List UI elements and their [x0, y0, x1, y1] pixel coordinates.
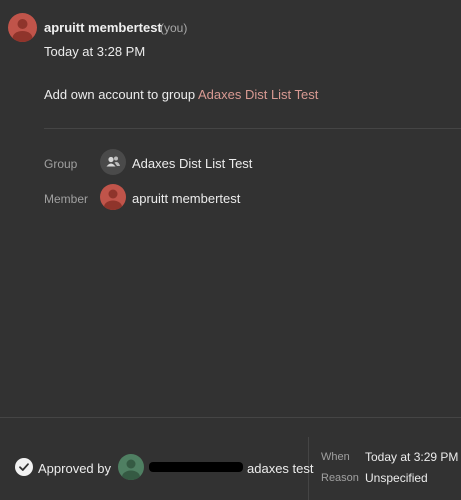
- user-avatar-icon: [104, 189, 122, 210]
- message-text: Add own account to group: [44, 87, 196, 102]
- request-message: Add own account to group Adaxes Dist Lis…: [44, 87, 318, 102]
- user-avatar-icon: [122, 459, 140, 480]
- you-tag: (you): [160, 21, 188, 35]
- when-value: Today at 3:29 PM: [365, 450, 459, 464]
- member-label: Member: [44, 192, 89, 206]
- reason-value: Unspecified: [365, 471, 428, 485]
- requester-name[interactable]: apruitt membertest: [44, 20, 162, 35]
- reason-label: Reason: [321, 472, 359, 484]
- checkmark-circle-icon: [15, 458, 33, 476]
- group-label: Group: [44, 157, 78, 171]
- user-avatar-icon: [12, 19, 33, 42]
- group-icon-avatar: [100, 149, 126, 175]
- requester-avatar[interactable]: [8, 13, 37, 42]
- approver-avatar: [118, 454, 144, 480]
- redacted-name: [149, 462, 243, 472]
- request-timestamp: Today at 3:28 PM: [44, 44, 146, 59]
- footer-divider: [0, 417, 461, 418]
- member-value[interactable]: apruitt membertest: [132, 191, 240, 206]
- group-link[interactable]: Adaxes Dist List Test: [198, 87, 318, 102]
- when-label: When: [321, 451, 350, 463]
- group-people-icon: [106, 156, 120, 167]
- member-avatar: [100, 184, 126, 210]
- group-value[interactable]: Adaxes Dist List Test: [132, 156, 252, 171]
- approver-name[interactable]: adaxes test: [247, 461, 314, 476]
- approved-by-label: Approved by: [38, 461, 111, 476]
- divider: [44, 128, 461, 129]
